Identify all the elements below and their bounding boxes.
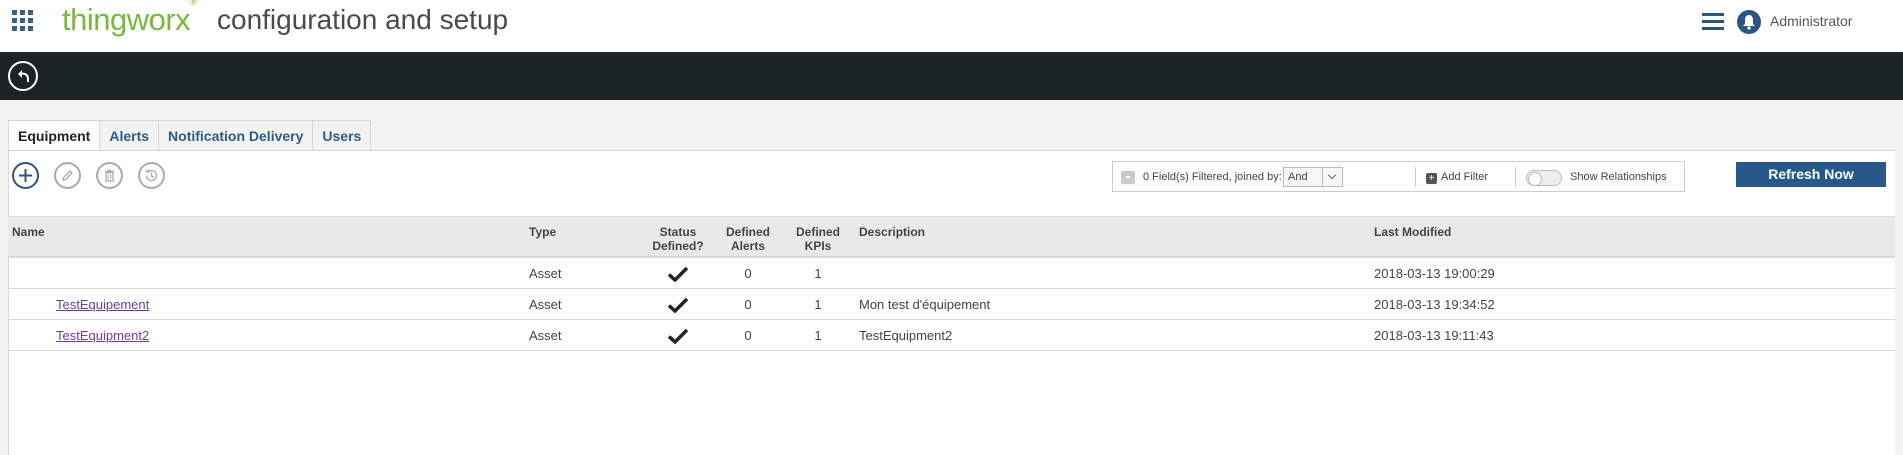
defined-alerts-cell: 0 [744, 297, 752, 312]
defined-kpis-cell: 1 [814, 297, 822, 312]
plus-icon: + [1426, 173, 1437, 184]
edit-icon[interactable] [54, 162, 81, 189]
description-cell: Mon test d'équipement [859, 297, 991, 312]
table-row[interactable]: Asset 0 1 2018-03-13 19:00:29 [8, 258, 1895, 289]
column-header-name[interactable]: Name [12, 225, 45, 239]
table-row[interactable]: TestEquipment2 Asset 0 1 TestEquipment2 … [8, 320, 1895, 351]
hamburger-menu-icon[interactable] [1702, 13, 1724, 31]
user-menu[interactable]: Administrator [1770, 13, 1852, 29]
checkmark-icon [668, 266, 688, 282]
equipment-name-link[interactable]: TestEquipment2 [56, 328, 149, 343]
last-modified-cell: 2018-03-13 19:11:43 [1374, 328, 1494, 343]
tab-equipment[interactable]: Equipment [8, 120, 101, 151]
checkmark-icon [668, 297, 688, 313]
tab-users[interactable]: Users [312, 120, 372, 150]
defined-alerts-cell: 0 [744, 266, 752, 281]
checkmark-icon [668, 328, 688, 344]
column-header-status-defined[interactable]: Status Defined? [646, 225, 710, 253]
refresh-now-button[interactable]: Refresh Now [1736, 162, 1886, 187]
navigation-bar [0, 52, 1903, 100]
divider [1515, 167, 1516, 187]
tab-bar: Equipment Alerts Notification Delivery U… [8, 120, 372, 151]
column-header-description[interactable]: Description [859, 225, 925, 239]
page-title: configuration and setup [217, 4, 509, 35]
column-header-last-modified[interactable]: Last Modified [1374, 225, 1451, 239]
app-header: thingworx® configuration and setup Admin… [0, 0, 1903, 52]
tab-notification-delivery[interactable]: Notification Delivery [158, 120, 314, 150]
equipment-grid: Name Type Status Defined? Defined Alerts D… [8, 216, 1895, 351]
defined-alerts-cell: 0 [744, 328, 752, 343]
add-icon[interactable] [12, 162, 39, 189]
defined-kpis-cell: 1 [814, 266, 822, 281]
chevron-down-icon [1322, 168, 1342, 186]
type-cell: Asset [529, 328, 562, 343]
history-icon[interactable] [138, 162, 165, 189]
add-filter-label: Add Filter [1441, 171, 1489, 183]
last-modified-cell: 2018-03-13 19:34:52 [1374, 297, 1495, 312]
defined-kpis-cell: 1 [814, 328, 822, 343]
bell-icon[interactable] [1737, 10, 1761, 34]
add-filter-button[interactable]: + Add Filter [1426, 171, 1488, 184]
equipment-name-link[interactable]: TestEquipement [56, 297, 149, 312]
filter-dropdown-icon[interactable] [1121, 171, 1135, 184]
table-row[interactable]: TestEquipement Asset 0 1 Mon test d'équi… [8, 289, 1895, 320]
column-header-defined-alerts[interactable]: Defined Alerts [718, 225, 778, 253]
join-select[interactable]: And [1283, 167, 1343, 187]
join-select-value: And [1288, 171, 1308, 183]
last-modified-cell: 2018-03-13 19:00:29 [1374, 266, 1495, 281]
column-header-type[interactable]: Type [529, 225, 556, 239]
show-relationships-label: Show Relationships [1570, 171, 1667, 183]
description-cell: TestEquipment2 [859, 328, 953, 343]
equipment-panel: 0 Field(s) Filtered, joined by: And + Add… [8, 150, 1895, 455]
tab-alerts[interactable]: Alerts [99, 120, 160, 150]
type-cell: Asset [529, 266, 562, 281]
apps-grid-icon[interactable] [12, 10, 34, 32]
brand-logo: thingworx® [62, 0, 197, 37]
back-arrow-icon[interactable] [8, 61, 38, 91]
filter-summary: 0 Field(s) Filtered, joined by: [1143, 171, 1282, 183]
column-header-defined-kpis[interactable]: Defined KPIs [788, 225, 848, 253]
filter-bar: 0 Field(s) Filtered, joined by: And + Add… [1112, 161, 1685, 192]
type-cell: Asset [529, 297, 562, 312]
grid-header: Name Type Status Defined? Defined Alerts D… [8, 216, 1895, 258]
show-relationships-toggle[interactable] [1526, 170, 1562, 186]
delete-icon[interactable] [96, 162, 123, 189]
content-area: Equipment Alerts Notification Delivery U… [0, 100, 1903, 455]
divider [1415, 167, 1416, 187]
